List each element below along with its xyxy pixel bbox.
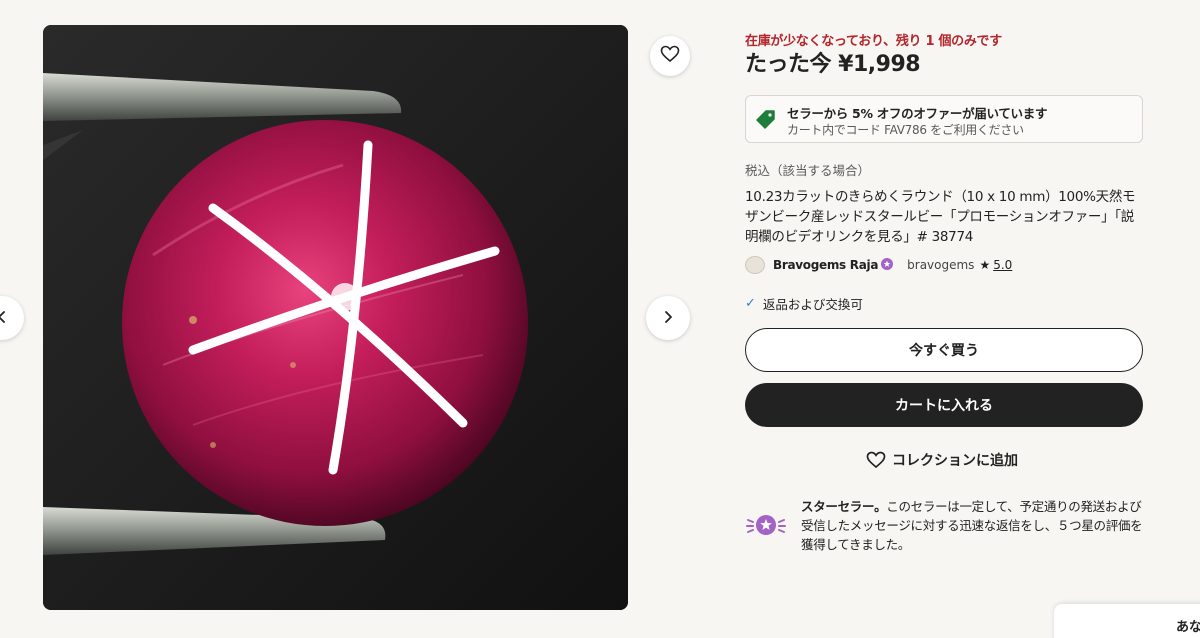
tax-note: 税込（該当する場合） [745, 163, 871, 178]
chevron-left-icon [0, 309, 9, 328]
heart-outline-icon [866, 451, 886, 469]
rating-value-link[interactable]: 5.0 [993, 258, 1012, 272]
product-image[interactable] [43, 25, 628, 610]
price: たった今 ¥1,998 [745, 52, 921, 77]
add-to-cart-button[interactable]: カートに入れる [745, 383, 1143, 427]
buy-now-button[interactable]: 今すぐ買う [745, 328, 1143, 372]
chat-chip-label: あな [1176, 620, 1200, 635]
offer-subtitle: カート内でコード FAV786 をご利用ください [787, 123, 1024, 137]
offer-banner: セラーから 5% オフのオファーが届いています カート内でコード FAV786 … [745, 95, 1143, 143]
rating-star-icon: ★ [979, 258, 991, 272]
chat-chip[interactable]: あな [1054, 604, 1200, 638]
gallery-next-button[interactable] [646, 296, 690, 340]
shop-name-link[interactable]: Bravogems Raja [773, 258, 878, 272]
heart-icon [660, 45, 680, 67]
add-to-collection-button[interactable]: コレクションに追加 [866, 448, 1018, 472]
chevron-right-icon [661, 309, 675, 328]
check-icon: ✓ [745, 296, 756, 311]
star-seller-small-icon [881, 257, 894, 273]
star-seller-badge-icon [745, 511, 787, 543]
favorite-button[interactable] [650, 36, 690, 76]
tag-icon [754, 107, 778, 135]
listing-title: 10.23カラットのきらめくラウンド（10 x 10 mm）100%天然モザンビ… [745, 189, 1136, 245]
add-to-collection-label: コレクションに追加 [892, 453, 1018, 469]
gallery-prev-button[interactable] [0, 296, 24, 340]
shop-info: Bravogems Raja bravogems ★ 5.0 [745, 256, 1012, 274]
returns-label: 返品および交換可 [762, 297, 863, 312]
offer-title: セラーから 5% オフのオファーが届いています [787, 106, 1048, 121]
star-seller-heading: スターセラー。 [801, 499, 887, 514]
shop-avatar[interactable] [745, 256, 765, 274]
seller-handle: bravogems [907, 258, 975, 272]
returns-info[interactable]: ✓ 返品および交換可 [745, 294, 863, 313]
star-seller-text: スターセラー。このセラーは一定して、予定通りの発送および受信したメッセージに対す… [801, 497, 1145, 554]
